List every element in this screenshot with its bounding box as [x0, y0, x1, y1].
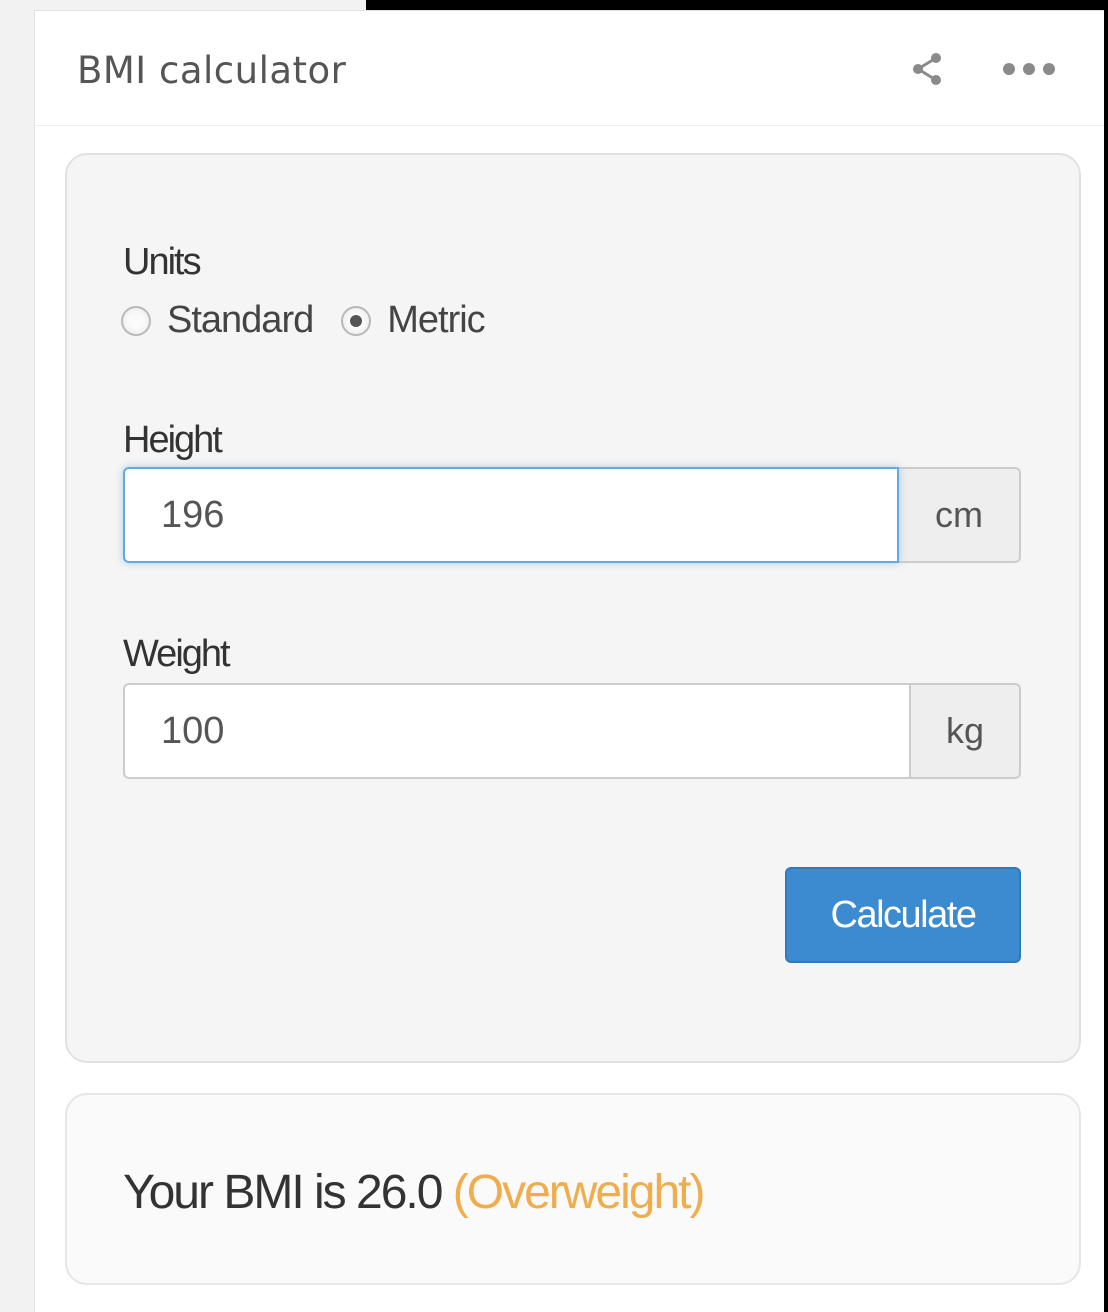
radio-label-metric: Metric: [387, 299, 485, 341]
share-button[interactable]: [903, 47, 951, 91]
units-option-standard[interactable]: Standard: [121, 299, 314, 342]
bmi-category: (Overweight): [452, 1166, 706, 1219]
radio-standard[interactable]: [121, 305, 151, 336]
height-input[interactable]: 196: [123, 467, 899, 563]
bmi-result-value: Your BMI is 26.0: [123, 1166, 443, 1219]
widget-title: BMI calculator: [77, 49, 347, 92]
widget-header: BMI calculator: [35, 11, 1104, 126]
share-icon: [913, 53, 941, 85]
height-label: Height: [123, 419, 223, 461]
background-dark-strip-top: [366, 0, 1108, 10]
calculate-button[interactable]: Calculate: [785, 867, 1021, 963]
weight-input[interactable]: 100: [123, 683, 911, 779]
more-options-icon: [1003, 63, 1055, 75]
bmi-result: Your BMI is 26.0 (Overweight): [123, 1165, 706, 1220]
units-label: Units: [123, 241, 202, 283]
result-panel: Your BMI is 26.0 (Overweight): [65, 1093, 1081, 1285]
weight-unit: kg: [911, 683, 1021, 779]
height-input-group: 196 cm: [123, 467, 1021, 563]
radio-label-standard: Standard: [167, 299, 314, 341]
bmi-widget: BMI calculator Units Standard Metric Hei…: [34, 10, 1104, 1312]
more-options-button[interactable]: [997, 47, 1061, 91]
radio-selected-dot: [350, 314, 363, 327]
weight-input-group: 100 kg: [123, 683, 1021, 779]
units-option-metric[interactable]: Metric: [341, 299, 486, 342]
radio-metric[interactable]: [341, 305, 372, 336]
units-radio-group: Standard Metric: [121, 299, 513, 342]
background-dark-strip-right: [1104, 0, 1108, 1312]
height-unit: cm: [899, 467, 1021, 563]
weight-label: Weight: [123, 633, 231, 675]
bmi-form-panel: Units Standard Metric Height 196 cm Weig…: [65, 153, 1081, 1063]
